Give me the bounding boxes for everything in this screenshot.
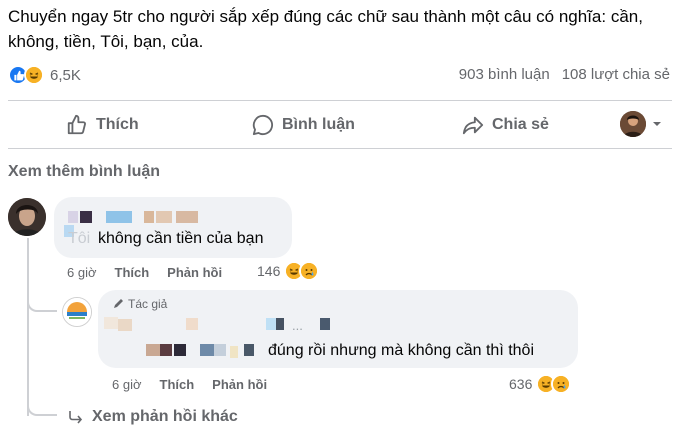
sad-reaction-icon [299, 261, 320, 281]
redacted-name [80, 211, 92, 223]
thread-connector [27, 298, 57, 312]
redacted-name [118, 319, 132, 331]
redacted-name [156, 211, 172, 223]
redacted-name [176, 211, 198, 223]
post-stats: 903 bình luận 108 lượt chia sẻ [459, 66, 670, 83]
comment-meta: 6 giờ Thích Phản hồi [67, 265, 222, 280]
redacted-name [320, 318, 330, 330]
author-tag-label: Tác giả [128, 297, 168, 311]
reply-meta: 6 giờ Thích Phản hồi [112, 377, 267, 392]
divider [8, 100, 672, 101]
reply-text: đúng rồi nhưng mà không cần thì thôi [268, 342, 534, 359]
share-label: Chia sẻ [492, 116, 549, 133]
thumbs-up-icon [67, 114, 86, 135]
post-action-bar: Thích Bình luận Chia sẻ [8, 104, 672, 146]
reactions-summary[interactable]: 6,5K [8, 64, 81, 86]
comment-bubble: Tôi không cần tiền của bạn [54, 197, 292, 258]
comment-button[interactable]: Bình luận [252, 114, 355, 136]
profile-avatar [620, 111, 646, 137]
share-button[interactable]: Chia sẻ [462, 114, 549, 136]
sad-reaction-icon [551, 374, 572, 394]
profile-switcher[interactable] [620, 111, 662, 137]
caret-down-icon [653, 122, 661, 126]
comment-reactions[interactable]: 146 [257, 261, 320, 281]
redacted-name [266, 318, 276, 330]
redacted-text [146, 344, 160, 356]
reaction-count: 6,5K [50, 66, 81, 84]
like-button[interactable]: Thích [66, 114, 139, 136]
comment-like-link[interactable]: Thích [115, 265, 150, 280]
reply-reply-link[interactable]: Phản hồi [212, 377, 267, 392]
thread-connector [27, 402, 57, 416]
page-author-avatar[interactable] [62, 297, 92, 327]
comments-count-link[interactable]: 903 bình luận [459, 66, 550, 83]
redacted-text [230, 346, 238, 358]
reply-bubble: Tác giả ... đúng rồi nhưng mà không cần … [98, 290, 578, 368]
reply-reactions[interactable]: 636 [509, 374, 572, 394]
reply-time[interactable]: 6 giờ [112, 377, 142, 392]
see-more-replies-label: Xem phản hồi khác [92, 408, 238, 425]
redacted-text [200, 344, 214, 356]
redacted-name [68, 211, 78, 223]
comment-text-prefix: Tôi [68, 230, 91, 247]
shares-count-link[interactable]: 108 lượt chia sẻ [562, 66, 670, 83]
see-more-comments-link[interactable]: Xem thêm bình luận [8, 163, 160, 181]
redacted-text [174, 344, 186, 356]
redacted-text [214, 344, 226, 356]
redacted-name [104, 317, 118, 329]
pencil-icon [114, 299, 123, 308]
author-badge: Tác giả [112, 297, 167, 311]
post-text: Chuyển ngay 5tr cho người sắp xếp đúng c… [8, 7, 643, 51]
redacted-name [186, 318, 198, 330]
comment-reply-link[interactable]: Phản hồi [167, 265, 222, 280]
comment-reaction-count: 146 [257, 263, 281, 279]
redacted-name [144, 211, 154, 223]
comment-bubble-icon [252, 114, 274, 136]
like-label: Thích [96, 116, 139, 133]
commenter-avatar[interactable] [8, 198, 46, 236]
reply-like-link[interactable]: Thích [160, 377, 195, 392]
share-arrow-icon [462, 116, 484, 135]
thread-line [27, 238, 29, 416]
redacted-text [244, 344, 254, 356]
redacted-name [276, 318, 284, 330]
comment-label: Bình luận [282, 116, 355, 133]
comment-text: không cần tiền của bạn [98, 230, 264, 247]
haha-reaction-icon [24, 65, 44, 85]
comment-time[interactable]: 6 giờ [67, 265, 97, 280]
reply-arrow-icon [69, 411, 83, 424]
see-more-replies-link[interactable]: Xem phản hồi khác [68, 408, 238, 426]
redacted-name [106, 211, 132, 223]
reply-fragment: ... [292, 318, 303, 333]
divider [8, 148, 672, 149]
reply-reaction-count: 636 [509, 376, 533, 392]
redacted-text [160, 344, 172, 356]
